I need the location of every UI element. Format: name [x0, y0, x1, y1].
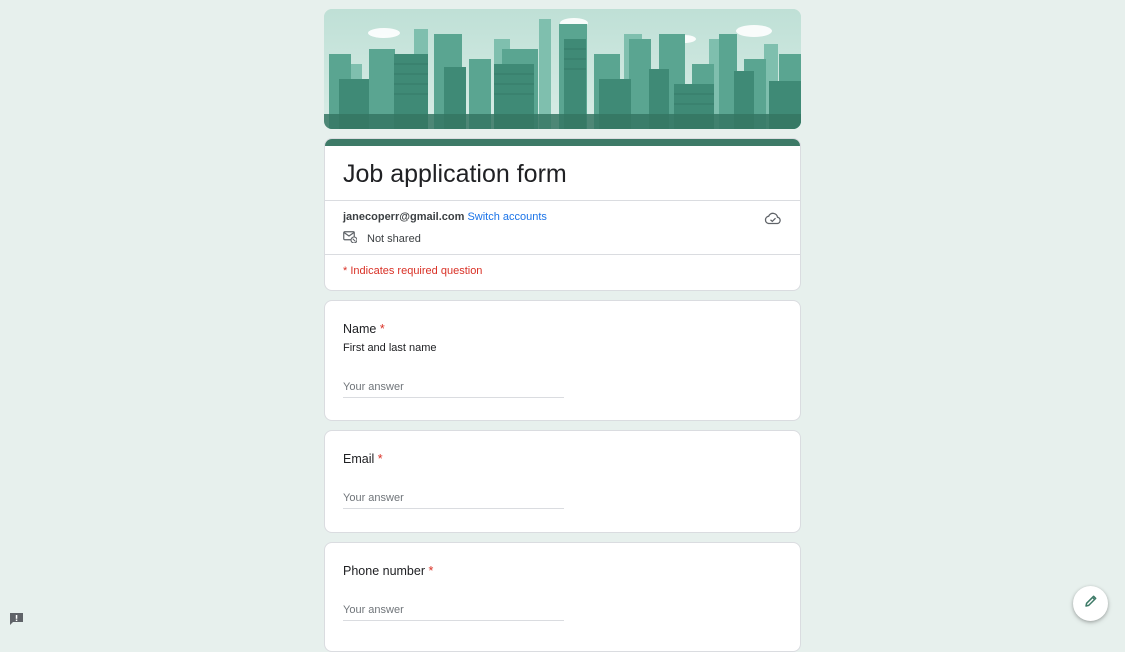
question-description: First and last name — [343, 342, 437, 354]
name-answer-input[interactable] — [343, 375, 564, 398]
not-shared-row: Not shared — [343, 231, 782, 246]
form-header-card: Job application form janecoperr@gmail.co… — [324, 138, 801, 291]
mail-not-shared-icon — [343, 231, 367, 246]
question-title: Name — [343, 322, 377, 336]
question-label: Name * — [343, 322, 782, 336]
phone-answer-input[interactable] — [343, 598, 564, 621]
pencil-edit-icon — [1084, 594, 1098, 613]
form-container: Job application form janecoperr@gmail.co… — [324, 9, 801, 652]
accent-bar — [325, 139, 800, 146]
question-card-name: Name * First and last name — [324, 300, 801, 421]
account-email: janecoperr@gmail.com — [343, 211, 465, 223]
required-star: * — [377, 452, 383, 466]
question-title: Phone number — [343, 564, 426, 578]
header-banner-image — [324, 9, 801, 129]
required-star: * — [379, 322, 385, 336]
switch-accounts-link[interactable]: Switch accounts — [467, 211, 546, 223]
question-label: Phone number * — [343, 564, 782, 578]
account-section: janecoperr@gmail.com Switch accounts Not… — [325, 201, 800, 254]
cloud-done-icon — [764, 211, 782, 230]
question-title: Email — [343, 452, 375, 466]
form-title: Job application form — [343, 160, 567, 188]
question-card-email: Email * — [324, 430, 801, 533]
question-label: Email * — [343, 452, 782, 466]
not-shared-label: Not shared — [367, 232, 421, 245]
account-line: janecoperr@gmail.com Switch accounts — [343, 210, 782, 224]
edit-response-button[interactable] — [1073, 586, 1108, 621]
required-star: * — [428, 564, 434, 578]
email-answer-input[interactable] — [343, 486, 564, 509]
report-feedback-icon[interactable] — [9, 612, 24, 626]
required-note: * Indicates required question — [343, 265, 483, 277]
